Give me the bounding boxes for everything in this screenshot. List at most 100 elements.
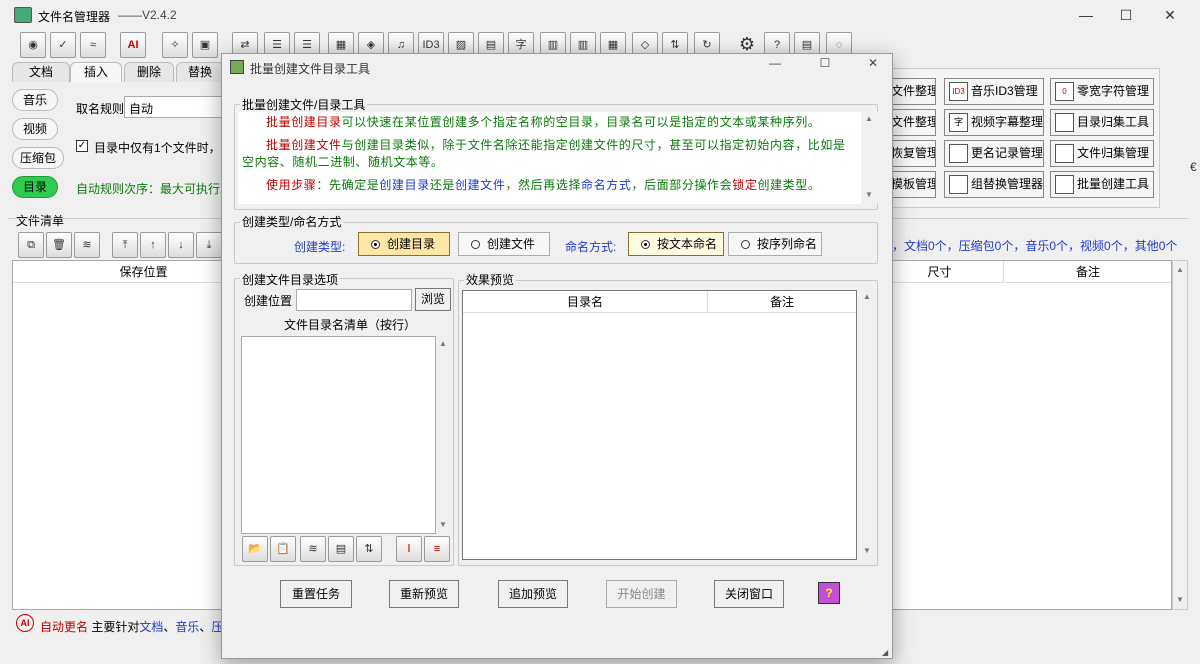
tool-label: 文件整理 — [891, 84, 936, 98]
tab-replace[interactable]: 替换 — [176, 62, 224, 82]
bottom-link-music[interactable]: 音乐 — [175, 620, 199, 634]
category-archive[interactable]: 压缩包 — [12, 147, 64, 169]
category-video[interactable]: 视频 — [12, 118, 58, 140]
tool-button-6[interactable]: 目录归集工具 — [1050, 109, 1154, 136]
dedupe-icon[interactable]: ≡ — [424, 536, 450, 562]
tool-button-3[interactable]: 0 零宽字符管理 — [1050, 78, 1154, 105]
maximize-icon[interactable]: ☐ — [1106, 4, 1146, 26]
preview-group-label: 效果预览 — [464, 271, 517, 288]
category-music[interactable]: 音乐 — [12, 89, 58, 111]
col-note[interactable]: 备注 — [1005, 261, 1171, 283]
tool-button-5[interactable]: 字视频字幕整理 — [944, 109, 1044, 136]
type-group-label: 创建类型/命名方式 — [240, 213, 344, 230]
name-rule-select[interactable]: 自动 — [124, 96, 224, 118]
type-file-radio[interactable]: 创建文件 — [458, 232, 550, 256]
cleanup-icon[interactable]: ✧ — [162, 32, 188, 58]
open-folder-icon[interactable]: 📂 — [242, 536, 268, 562]
paste-icon[interactable]: 📋 — [270, 536, 296, 562]
bottom-prefix: 自动更名 — [40, 620, 89, 634]
start-create-button[interactable]: 开始创建 — [606, 580, 677, 608]
preview-col-name[interactable]: 目录名 — [463, 291, 708, 313]
naming-sequence-radio[interactable]: 按序列命名 — [728, 232, 822, 256]
move-up-icon[interactable]: ↑ — [140, 232, 166, 258]
app-version: ——V2.4.2 — [118, 8, 177, 22]
name-list-textarea[interactable] — [241, 336, 436, 534]
trim-icon[interactable]: Ⅰ — [396, 536, 422, 562]
trash-icon[interactable]: 🗑 — [46, 232, 72, 258]
save-icon[interactable]: ▣ — [192, 32, 218, 58]
tool-icon — [1055, 113, 1074, 132]
append-preview-button[interactable]: 追加预览 — [498, 580, 568, 608]
main-titlebar — [0, 0, 1200, 30]
filelist-title: 文件清单 — [16, 214, 65, 228]
dialog-maximize-icon[interactable]: ☐ — [810, 56, 840, 70]
re-preview-button[interactable]: 重新预览 — [389, 580, 459, 608]
tool-button-11[interactable]: 组替换管理器 — [944, 171, 1044, 198]
preview-scrollbar[interactable]: ▲ ▼ — [860, 290, 876, 560]
close-window-button[interactable]: 关闭窗口 — [714, 580, 784, 608]
tool-icon — [949, 175, 968, 194]
tool-icon: 字 — [949, 113, 968, 132]
move-down-icon[interactable]: ↓ — [168, 232, 194, 258]
preview-table[interactable] — [462, 290, 857, 560]
intro-text-box[interactable]: 批量创建目录可以快速在某位置创建多个指定名称的空目录，目录名可以是指定的文本或某… — [238, 112, 861, 204]
intro1-highlight: 批量创建目录 — [266, 115, 342, 129]
eye-icon[interactable]: ◉ — [20, 32, 46, 58]
dialog-title: 批量创建文件目录工具 — [250, 62, 371, 76]
minimize-icon[interactable]: — — [1066, 4, 1106, 26]
tool-label: 文件整理 — [891, 115, 936, 129]
intro3-d: 还是 — [429, 178, 456, 192]
resize-grip-icon[interactable]: ◢ — [882, 648, 888, 657]
ai-icon[interactable]: AI — [120, 32, 146, 58]
tab-documents[interactable]: 文档 — [12, 62, 70, 82]
tool-button-8[interactable]: 更名记录管理 — [944, 140, 1044, 167]
tab-insert[interactable]: 插入 — [70, 62, 122, 82]
sort-icon[interactable]: ⇅ — [356, 536, 382, 562]
edge-text: € — [1190, 160, 1197, 174]
filelist-status: ，文档0个，压缩包0个，音乐0个，视频0个，其他0个 — [892, 239, 1178, 253]
filelist-scrollbar[interactable]: ▲ ▼ — [1172, 260, 1188, 610]
help-book-icon[interactable]: ? — [818, 582, 840, 604]
ai-icon: AI — [16, 614, 34, 632]
move-bottom-icon[interactable]: ⤓ — [196, 232, 222, 258]
radio-unchecked-icon — [471, 240, 480, 249]
broom-icon[interactable]: ≋ — [74, 232, 100, 258]
tool-button-9[interactable]: 文件归集管理 — [1050, 140, 1154, 167]
browse-button[interactable]: 浏览 — [415, 288, 451, 311]
naming-label: 命名方式: — [565, 240, 617, 254]
bottom-sep: 、 — [163, 620, 176, 634]
bottom-link-doc[interactable]: 文档 — [139, 620, 163, 634]
dialog-close-icon[interactable]: ✕ — [858, 56, 888, 70]
type-directory-radio[interactable]: 创建目录 — [358, 232, 450, 256]
tool-button-2[interactable]: ID3 音乐ID3管理 — [944, 78, 1044, 105]
col-size[interactable]: 尺寸 — [876, 261, 1004, 283]
category-directory[interactable]: 目录 — [12, 176, 58, 198]
intro3-b: ：先确定是 — [316, 178, 380, 192]
copy-icon[interactable]: ⧉ — [18, 232, 44, 258]
intro-scrollbar[interactable]: ▲ ▼ — [862, 112, 878, 204]
tool-label: 批量创建工具 — [1077, 177, 1150, 191]
single-file-checkbox[interactable]: ✓ — [76, 140, 88, 152]
dialog-minimize-icon[interactable]: — — [760, 56, 790, 70]
shuffle-icon[interactable]: ≈ — [80, 32, 106, 58]
tool-label: 文件归集管理 — [1077, 146, 1150, 160]
intro3-f: ，然后再选择 — [505, 178, 582, 192]
reset-task-button[interactable]: 重置任务 — [280, 580, 352, 608]
tool-label: 模板管理 — [891, 177, 936, 191]
intro2-highlight: 批量创建文件 — [266, 138, 342, 152]
app-icon — [14, 7, 32, 23]
tool-icon — [949, 144, 968, 163]
naming-text-radio[interactable]: 按文本命名 — [628, 232, 724, 256]
broom-icon[interactable]: ≋ — [300, 536, 326, 562]
move-top-icon[interactable]: ⤒ — [112, 232, 138, 258]
tool-icon: 0 — [1055, 82, 1074, 101]
close-icon[interactable]: ✕ — [1150, 4, 1190, 26]
name-list-scrollbar[interactable]: ▲ ▼ — [436, 336, 452, 534]
check-icon[interactable]: ✓ — [50, 32, 76, 58]
tool-icon: ID3 — [949, 82, 968, 101]
tool-button-12[interactable]: 批量创建工具 — [1050, 171, 1154, 198]
notepad-icon[interactable]: ▤ — [328, 536, 354, 562]
tab-delete[interactable]: 删除 — [124, 62, 174, 82]
preview-col-note[interactable]: 备注 — [708, 291, 856, 313]
location-input[interactable] — [296, 289, 412, 311]
